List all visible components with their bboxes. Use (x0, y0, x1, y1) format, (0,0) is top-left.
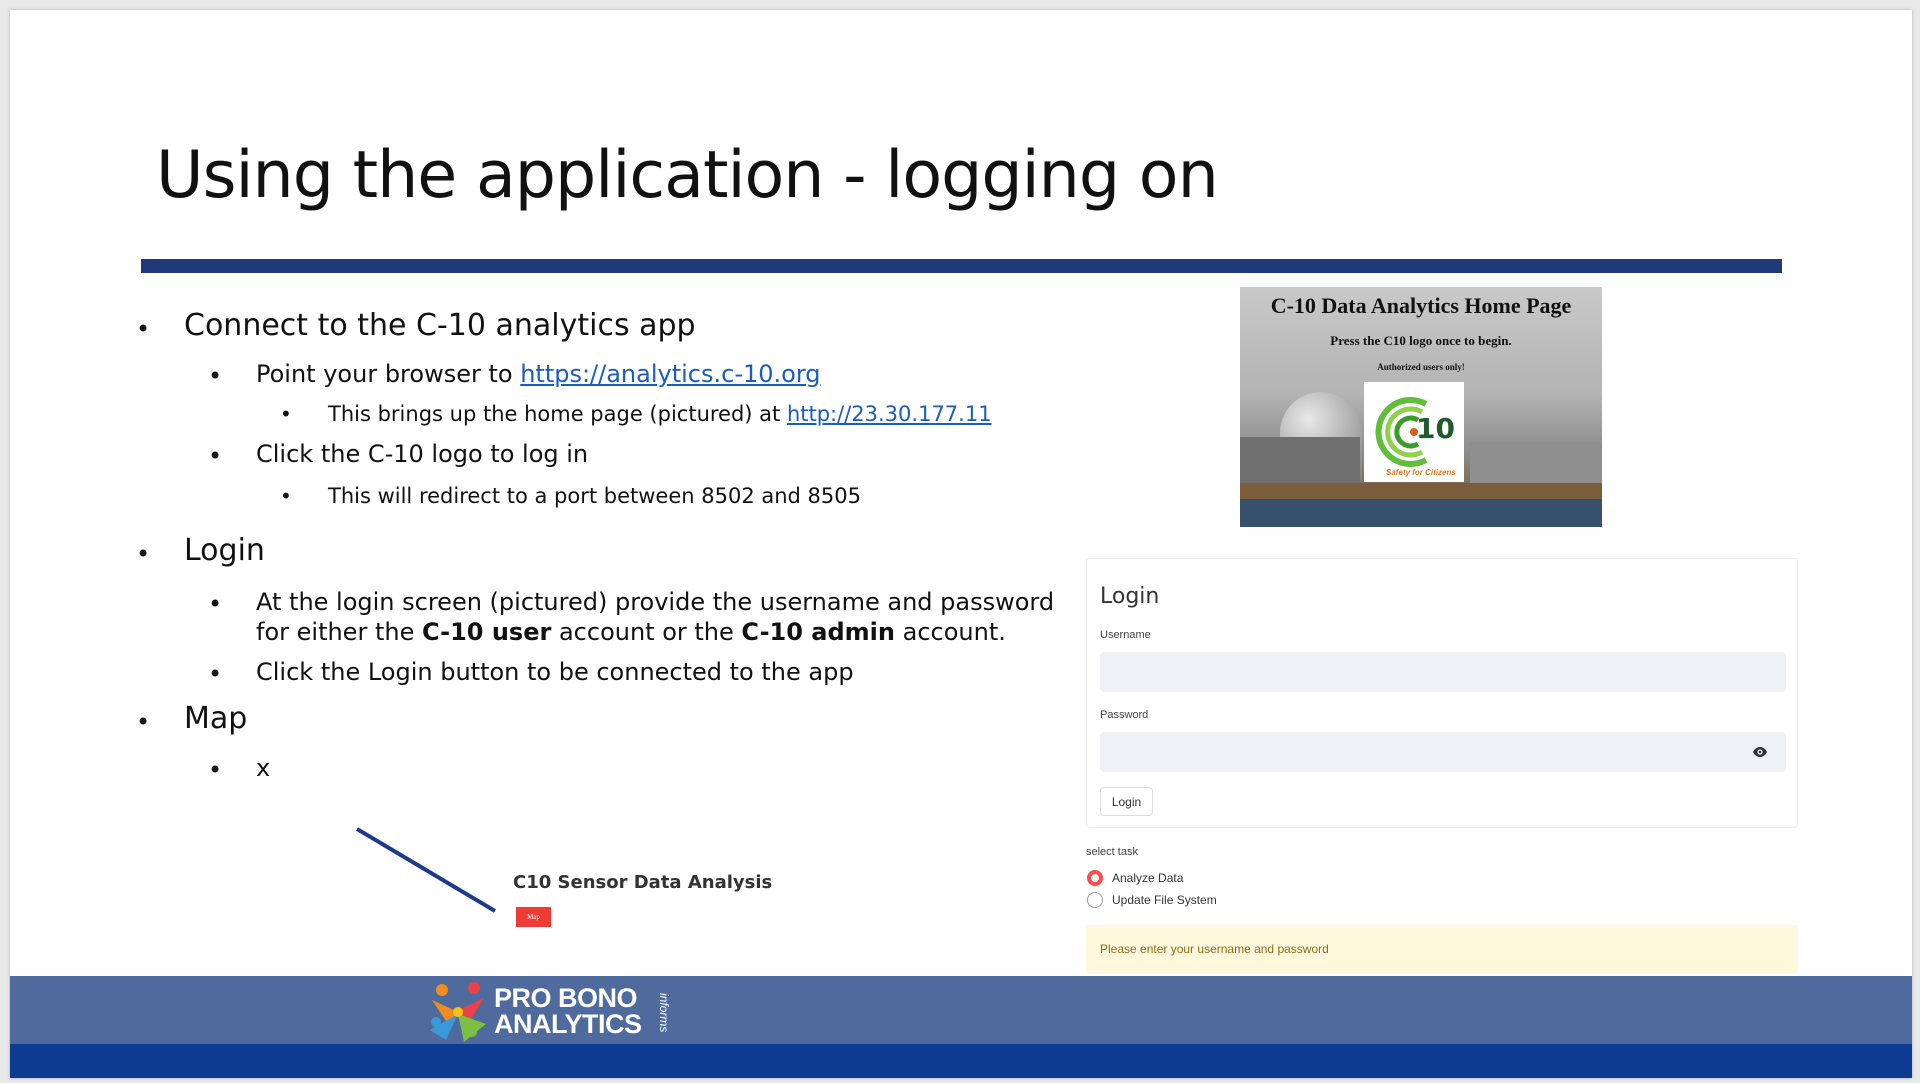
password-field-wrapper (1100, 732, 1786, 772)
bullet-marker: • (208, 756, 223, 784)
sensor-analysis-title: C10 Sensor Data Analysis (513, 872, 773, 893)
ip-link[interactable]: http://23.30.177.11 (787, 402, 992, 426)
slide-title: Using the application - logging on (156, 138, 1219, 213)
plant-building (1470, 442, 1602, 484)
bullet-login-line2: for either the C-10 user account or the … (256, 618, 1006, 646)
bullet-marker: • (280, 402, 292, 426)
radio-label-analyze-data: Analyze Data (1112, 871, 1184, 885)
bullet-map-sub: x (256, 754, 271, 782)
text-bold-user: C-10 user (421, 618, 552, 646)
warning-text: Please enter your username and password (1100, 942, 1329, 956)
password-label: Password (1100, 709, 1149, 721)
radio-label-update-file-system: Update File System (1112, 893, 1217, 907)
select-task-label: select task (1086, 846, 1138, 858)
footer-bar (10, 1044, 1912, 1078)
home-page-title: C-10 Data Analytics Home Page (1270, 293, 1572, 318)
bullet-point-browser: Point your browser to https://analytics.… (256, 360, 821, 388)
bullet-click-logo: Click the C-10 logo to log in (256, 440, 589, 468)
c10-logo-tagline: Safety for Citizens (1386, 468, 1456, 477)
text-segment: for either the (256, 618, 422, 646)
bullet-point-text: Point your browser to (256, 360, 521, 388)
bullet-connect: Connect to the C-10 analytics app (184, 308, 696, 343)
bullet-click-login: Click the Login button to be connected t… (256, 658, 854, 686)
annotation-arrow (355, 827, 497, 913)
c10-logo-text: 10 (1416, 412, 1455, 445)
water (1240, 499, 1602, 527)
bullet-brings-up: This brings up the home page (pictured) … (328, 402, 992, 426)
map-button[interactable]: Map (516, 907, 551, 927)
bullet-marker: • (208, 660, 223, 688)
pro-bono-people-icon (430, 982, 486, 1042)
password-input[interactable] (1100, 732, 1786, 772)
text-bold-admin: C-10 admin (741, 618, 895, 646)
text-segment: account or the (551, 618, 742, 646)
bullet-marker: • (208, 590, 223, 618)
radio-update-file-system[interactable] (1087, 892, 1103, 908)
login-form: Login Username Password Login (1086, 558, 1798, 828)
informs-text: informs (657, 993, 671, 1033)
eye-icon[interactable] (1752, 744, 1768, 760)
bullet-marker: • (136, 315, 151, 343)
radio-analyze-data[interactable] (1087, 870, 1103, 886)
title-rule (141, 259, 1782, 273)
login-button[interactable]: Login (1100, 787, 1153, 816)
c10-logo-button[interactable]: 10 Safety for Citizens (1364, 382, 1464, 482)
bullet-marker: • (136, 708, 151, 736)
login-title: Login (1100, 584, 1160, 609)
username-input[interactable] (1100, 652, 1786, 692)
bullet-redirect: This will redirect to a port between 850… (328, 484, 861, 508)
analytics-link[interactable]: https://analytics.c-10.org (520, 360, 820, 388)
bullet-login: Login (184, 533, 265, 568)
home-page-image: C-10 Data Analytics Home Page Press the … (1240, 287, 1602, 527)
text-segment: account. (895, 618, 1006, 646)
bullet-map: Map (184, 701, 248, 736)
bullet-login-line1: At the login screen (pictured) provide t… (256, 588, 1055, 616)
plant-building (1240, 437, 1360, 487)
bullet-marker: • (280, 484, 292, 508)
bullet-brings-text: This brings up the home page (pictured) … (328, 402, 787, 426)
slide: Using the application - logging on • Con… (10, 10, 1912, 1078)
home-page-authorized: Authorized users only! (1377, 362, 1465, 372)
bullet-marker: • (208, 442, 223, 470)
analytics-text: ANALYTICS (494, 1009, 642, 1039)
bullet-marker: • (208, 362, 223, 390)
warning-alert: Please enter your username and password (1086, 925, 1798, 974)
footer-band (10, 976, 1912, 1044)
bullet-marker: • (136, 540, 151, 568)
username-label: Username (1100, 629, 1151, 641)
home-page-subtitle: Press the C10 logo once to begin. (1330, 333, 1512, 348)
